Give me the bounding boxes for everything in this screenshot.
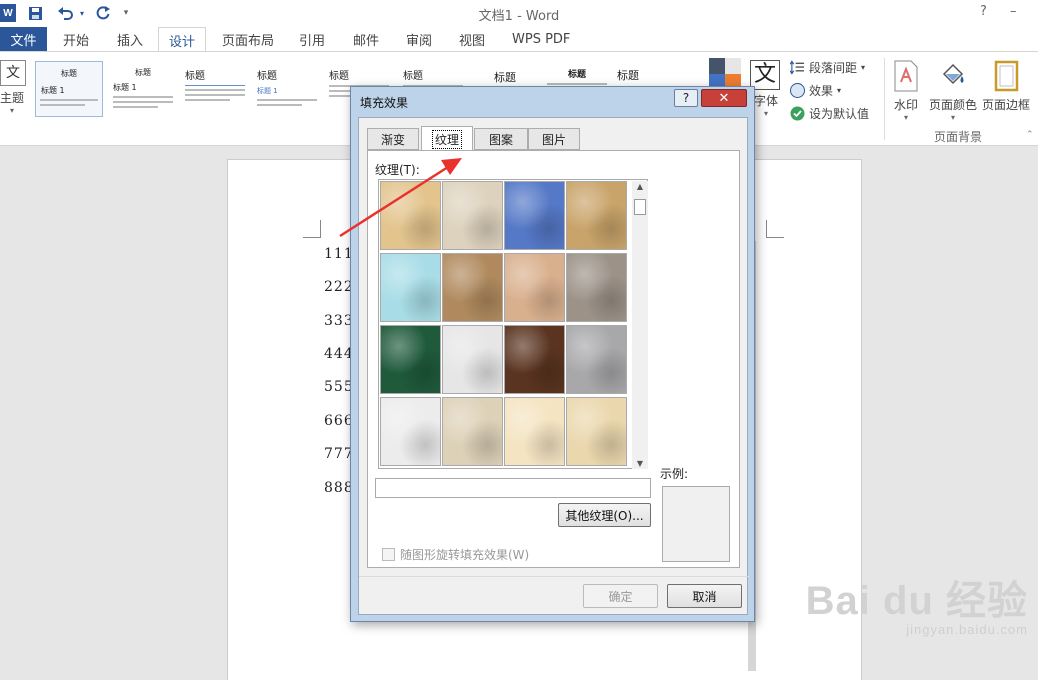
watermark-main-text: Bai du 经验 (805, 579, 1028, 623)
baidu-jingyan-watermark: Bai du 经验 jingyan.baidu.com (806, 568, 1028, 637)
